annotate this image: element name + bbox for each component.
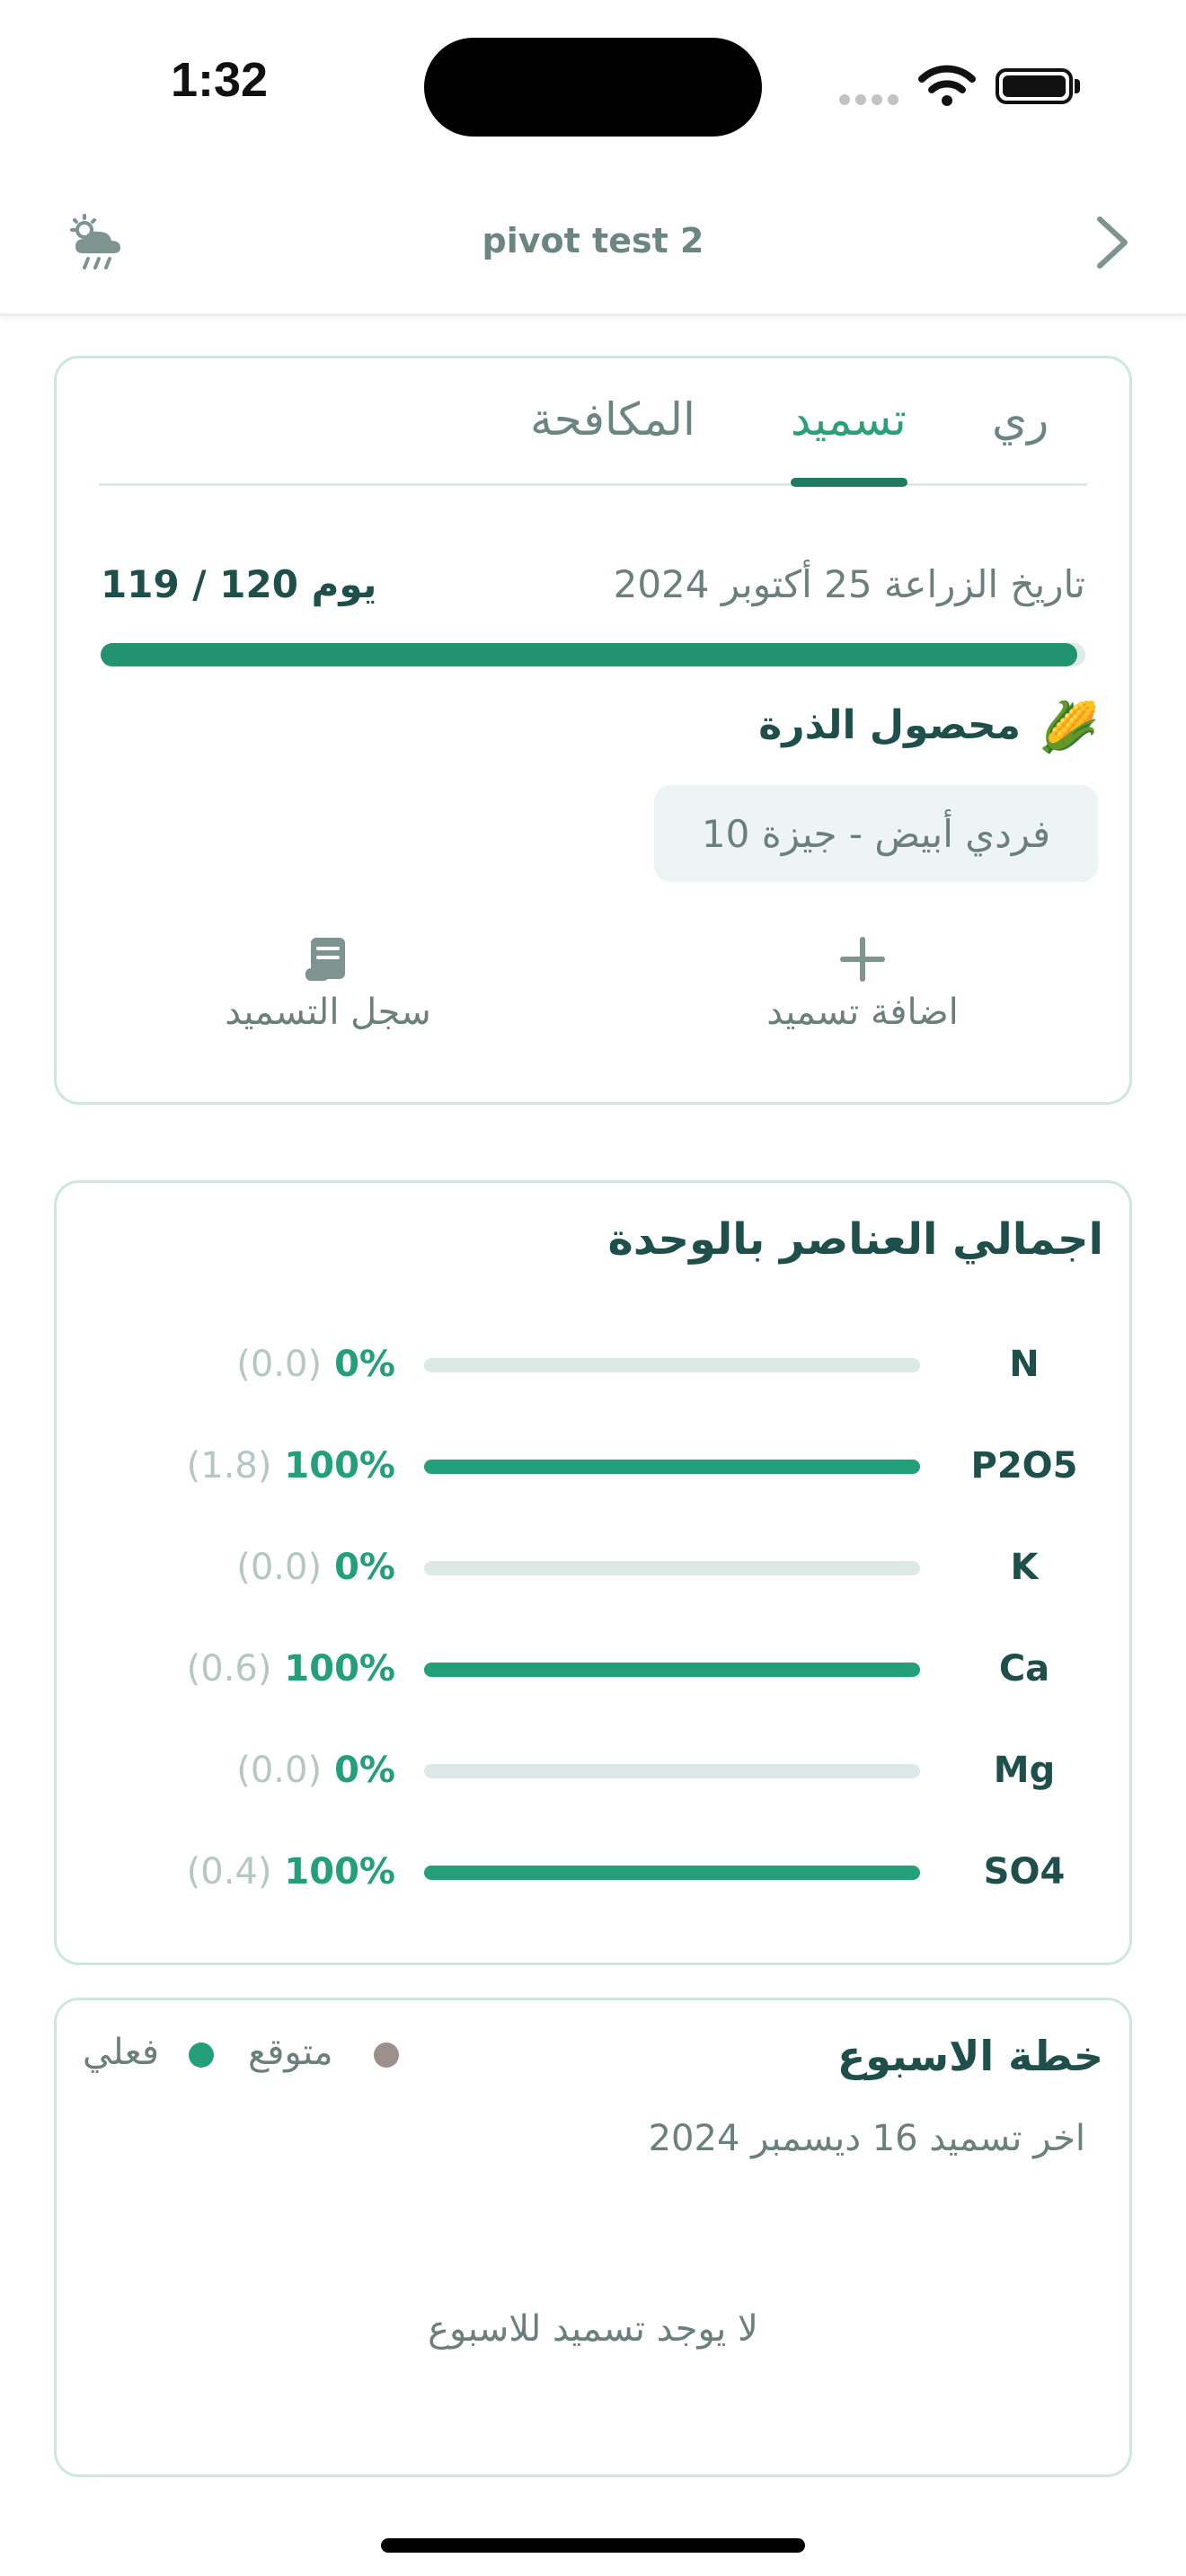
empty-week-message: لا يوجد تسميد للاسبوع [428, 2308, 758, 2350]
nutrient-bar-track [424, 1358, 920, 1372]
tab-irrigation[interactable]: ري [992, 393, 1049, 446]
chevron-right-icon[interactable] [1091, 214, 1136, 275]
nutrient-percent-value: 100% [284, 1445, 395, 1486]
nutrient-percent: (0.0) 0% [236, 1344, 395, 1385]
nutrient-percent: (1.8) 100% [187, 1445, 395, 1486]
nutrient-raw-value: (0.4) [186, 1851, 272, 1892]
fertilization-log-button[interactable]: سجل التسميد [180, 992, 476, 1033]
actual-legend-label: فعلي [83, 2032, 159, 2073]
tab-pest-control[interactable]: المكافحة [530, 393, 695, 446]
nutrient-raw-value: (0.6) [186, 1648, 272, 1689]
nutrient-name: SO4 [983, 1851, 1066, 1892]
nutrient-bar-fill [424, 1460, 920, 1474]
page-title: pivot test 2 [482, 221, 704, 260]
nutrient-percent-value: 100% [284, 1851, 395, 1892]
nutrient-raw-value: (1.8) [186, 1445, 272, 1486]
nutrient-raw-value: (0.0) [236, 1547, 323, 1588]
expected-legend-dot [374, 2042, 399, 2068]
nutrient-name: P2O5 [970, 1445, 1078, 1486]
week-plan-title: خطة الاسبوع [836, 2032, 1103, 2080]
nutrient-percent: (0.0) 0% [236, 1547, 395, 1588]
last-fertilization-date: اخر تسميد 16 ديسمبر 2024 [648, 2118, 1085, 2159]
nutrient-percent: (0.0) 0% [236, 1750, 395, 1791]
signal-icon [839, 92, 904, 109]
nutrient-name: Ca [998, 1648, 1050, 1689]
variety-label: فردي أبيض - جيزة 10 [701, 812, 1051, 856]
days-counter: 119 / 120 يوم [101, 562, 377, 606]
dynamic-island [424, 38, 762, 137]
nutrient-name: Mg [993, 1750, 1056, 1791]
battery-icon [996, 68, 1073, 104]
nutrient-raw-value: (0.0) [236, 1750, 323, 1791]
actual-legend-dot [189, 2042, 214, 2068]
tab-divider [99, 483, 1087, 486]
planting-date: تاريخ الزراعة 25 أكتوبر 2024 [613, 562, 1085, 606]
add-fertilization-button[interactable]: اضافة تسميد [737, 992, 988, 1033]
nutrient-bar-track [424, 1561, 920, 1575]
battery-cap [1075, 79, 1080, 93]
active-tab-indicator [791, 478, 907, 487]
nutrient-percent: (0.6) 100% [187, 1648, 395, 1689]
corn-icon: 🌽 [1039, 699, 1100, 755]
wifi-icon [918, 65, 976, 111]
season-progress-fill [101, 643, 1077, 666]
nutrient-percent-value: 0% [334, 1750, 395, 1791]
status-time: 1:32 [171, 53, 269, 107]
nutrient-bar-track [424, 1764, 920, 1778]
home-indicator [381, 2538, 805, 2553]
nutrient-bar-fill [424, 1663, 920, 1677]
nutrient-percent-value: 0% [334, 1344, 395, 1385]
nutrient-percent-value: 0% [334, 1547, 395, 1588]
tab-fertilization[interactable]: تسميد [791, 393, 907, 446]
nutrient-raw-value: (0.0) [236, 1344, 323, 1385]
nutrients-title: اجمالي العناصر بالوحدة [607, 1214, 1103, 1265]
nutrient-name: K [1010, 1547, 1039, 1588]
nutrient-name: N [1009, 1344, 1040, 1385]
nutrient-percent: (0.4) 100% [187, 1851, 395, 1892]
nutrient-percent-value: 100% [284, 1648, 395, 1689]
scroll-log-icon[interactable] [302, 932, 352, 990]
nutrient-bar-fill [424, 1866, 920, 1880]
plus-icon[interactable] [836, 932, 890, 990]
expected-legend-label: متوقع [248, 2032, 333, 2073]
crop-name: محصول الذرة [758, 702, 1021, 748]
